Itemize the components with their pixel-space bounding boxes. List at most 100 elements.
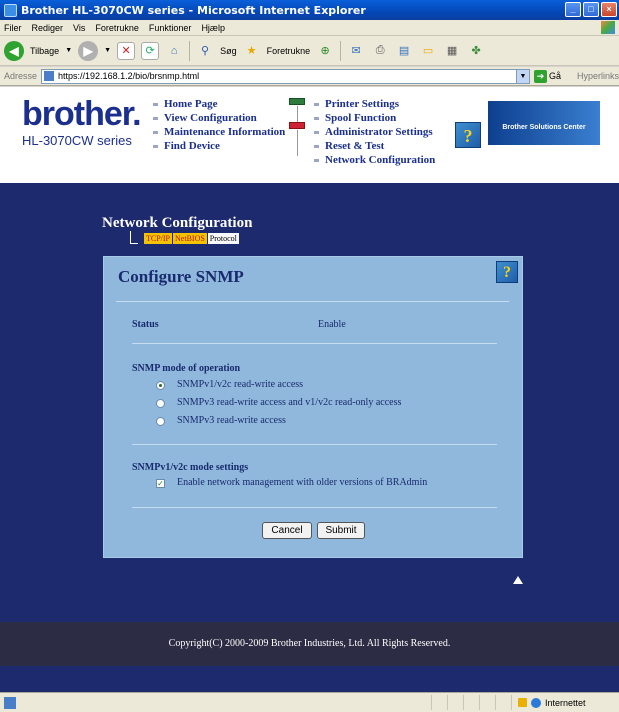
minimize-button[interactable]: _: [565, 2, 581, 17]
bradmin-checkbox-label[interactable]: Enable network management with older ver…: [177, 477, 427, 488]
status-value: Enable: [318, 319, 346, 330]
go-button[interactable]: ➔ Gå: [533, 69, 561, 83]
nav-find-device[interactable]: Find Device: [153, 139, 285, 153]
nav-spool-function[interactable]: Spool Function: [314, 111, 435, 125]
mode-label-v3-v1v2c-readonly[interactable]: SNMPv3 read-write access and v1/v2c read…: [177, 397, 401, 408]
divider: [132, 343, 497, 344]
go-label[interactable]: Gå: [549, 71, 561, 81]
solutions-center-banner[interactable]: Brother Solutions Center: [488, 101, 600, 145]
brother-logo: brother.: [22, 95, 142, 133]
nav-maintenance-information[interactable]: Maintenance Information: [153, 125, 285, 139]
bullet-icon: [314, 130, 319, 134]
bradmin-checkbox[interactable]: ✓: [156, 479, 165, 488]
status-label: Status: [132, 319, 159, 330]
nav-maintenance-information-label[interactable]: Maintenance Information: [164, 125, 285, 139]
nav-reset-test[interactable]: Reset & Test: [314, 139, 435, 153]
page-content: brother. HL-3070CW series Home Page View…: [0, 87, 619, 692]
security-zone[interactable]: Internettet: [511, 695, 619, 710]
status-cell: [431, 695, 447, 710]
nav-reset-test-label[interactable]: Reset & Test: [325, 139, 384, 153]
back-icon[interactable]: ◀: [4, 40, 24, 61]
section-title: Network Configuration: [102, 215, 253, 231]
mail-icon[interactable]: ✉: [347, 42, 365, 60]
nav-view-configuration-label[interactable]: View Configuration: [164, 111, 257, 125]
ie-icon: [4, 3, 17, 17]
nav-administrator-settings[interactable]: Administrator Settings: [314, 125, 435, 139]
home-icon[interactable]: ⌂: [165, 42, 183, 60]
panel-help-icon[interactable]: ?: [496, 261, 518, 283]
back-button-label[interactable]: Tilbage: [30, 46, 59, 56]
menu-edit[interactable]: Rediger: [32, 23, 64, 33]
cancel-button[interactable]: Cancel: [262, 522, 312, 539]
nav-spool-function-label[interactable]: Spool Function: [325, 111, 396, 125]
toolbar-separator: [189, 40, 191, 61]
tab-protocol[interactable]: Protocol: [207, 233, 239, 244]
nav-printer-settings-label[interactable]: Printer Settings: [325, 97, 399, 111]
connector-lock-icon: [289, 98, 305, 105]
help-icon[interactable]: ?: [455, 122, 481, 148]
mode-radio-v1v2c[interactable]: [156, 381, 165, 390]
refresh-icon[interactable]: ⟳: [141, 41, 160, 60]
status-cells: Internettet: [431, 695, 619, 710]
stop-icon[interactable]: ✕: [117, 41, 136, 60]
menu-favorites[interactable]: Foretrukne: [95, 23, 139, 33]
edit-icon[interactable]: ▤: [395, 42, 413, 60]
mode-label-v3[interactable]: SNMPv3 read-write access: [177, 415, 286, 426]
bullet-icon: [153, 116, 158, 120]
messenger-icon[interactable]: ✤: [467, 42, 485, 60]
solutions-center-label[interactable]: Brother Solutions Center: [502, 124, 585, 131]
forward-icon[interactable]: ▶: [78, 40, 99, 61]
go-arrow-icon[interactable]: ➔: [533, 69, 547, 83]
back-to-top-icon[interactable]: [513, 576, 523, 584]
mode-radio-v3-v1v2c-readonly[interactable]: [156, 399, 165, 408]
model-name: HL-3070CW series: [22, 133, 132, 148]
menu-tools[interactable]: Funktioner: [149, 23, 192, 33]
zone-label: Internettet: [545, 697, 586, 708]
search-button-label[interactable]: Søg: [220, 46, 237, 56]
page-footer: Copyright(C) 2000-2009 Brother Industrie…: [0, 622, 619, 666]
window-title: Brother HL-3070CW series - Microsoft Int…: [21, 3, 366, 17]
brand-block: brother. HL-3070CW series: [22, 95, 142, 148]
menu-view[interactable]: Vis: [73, 23, 85, 33]
nav-find-device-label[interactable]: Find Device: [164, 139, 220, 153]
forward-dropdown-icon[interactable]: ▼: [104, 47, 111, 54]
favorites-button-label[interactable]: Foretrukne: [267, 46, 311, 56]
tab-tcpip[interactable]: TCP/IP: [144, 233, 173, 244]
windows-logo-icon: [601, 21, 615, 34]
address-url[interactable]: https://192.168.1.2/bio/brsnmp.html: [58, 71, 199, 81]
search-icon[interactable]: ⚲: [196, 42, 214, 60]
back-dropdown-icon[interactable]: ▼: [65, 47, 72, 54]
history-icon[interactable]: ⊕: [316, 42, 334, 60]
folder-icon[interactable]: ▭: [419, 42, 437, 60]
mode-label-v1v2c[interactable]: SNMPv1/v2c read-write access: [177, 379, 303, 390]
nav-printer-settings[interactable]: Printer Settings: [314, 97, 435, 111]
research-icon[interactable]: ▦: [443, 42, 461, 60]
menu-help[interactable]: Hjælp: [201, 23, 225, 33]
nav-network-configuration[interactable]: Network Configuration: [314, 153, 435, 167]
status-cell: [495, 695, 511, 710]
connector-lock-icon-red: [289, 122, 305, 129]
tab-netbios[interactable]: NetBIOS: [173, 233, 207, 244]
submit-button[interactable]: Submit: [317, 522, 365, 539]
title-bar: Brother HL-3070CW series - Microsoft Int…: [0, 0, 619, 20]
print-icon[interactable]: ⎙: [371, 42, 389, 60]
bullet-icon: [314, 144, 319, 148]
status-cell: [463, 695, 479, 710]
links-label[interactable]: Hyperlinks: [577, 71, 619, 81]
address-dropdown-icon[interactable]: ▼: [515, 69, 529, 83]
mode-radio-v3[interactable]: [156, 417, 165, 426]
favorites-star-icon[interactable]: ★: [243, 42, 261, 60]
nav-home-page-label[interactable]: Home Page: [164, 97, 217, 111]
nav-administrator-settings-label[interactable]: Administrator Settings: [325, 125, 433, 139]
toolbar-separator: [340, 40, 342, 61]
nav-connector: [289, 98, 311, 158]
menu-file[interactable]: Filer: [4, 23, 22, 33]
copyright-text: Copyright(C) 2000-2009 Brother Industrie…: [168, 638, 451, 649]
maximize-button[interactable]: □: [583, 2, 599, 17]
nav-view-configuration[interactable]: View Configuration: [153, 111, 285, 125]
close-button[interactable]: ×: [601, 2, 617, 17]
nav-home-page[interactable]: Home Page: [153, 97, 285, 111]
nav-network-configuration-label[interactable]: Network Configuration: [325, 153, 435, 167]
page-header: brother. HL-3070CW series Home Page View…: [0, 87, 619, 183]
address-input[interactable]: https://192.168.1.2/bio/brsnmp.html ▼: [41, 68, 530, 84]
